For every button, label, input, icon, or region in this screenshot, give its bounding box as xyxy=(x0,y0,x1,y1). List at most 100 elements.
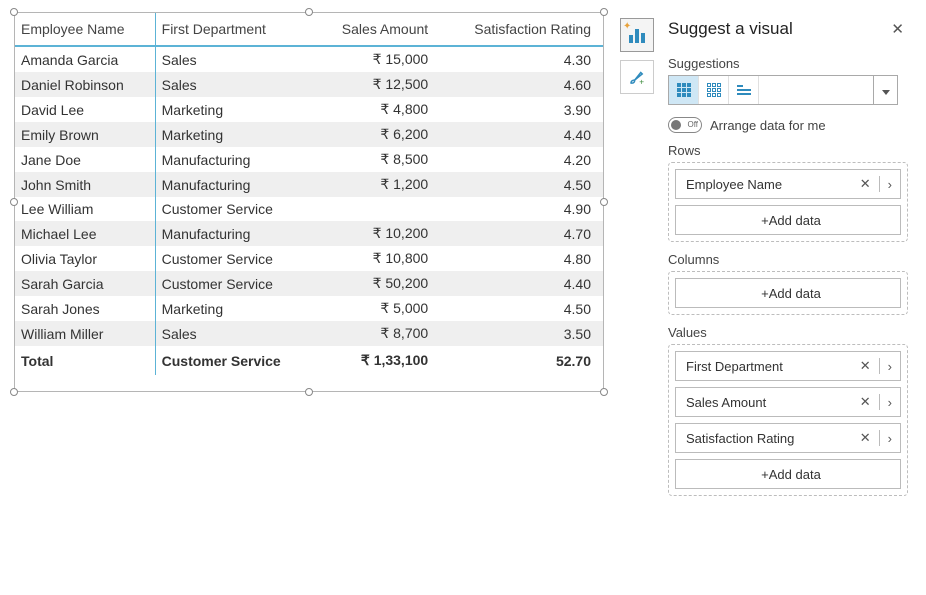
table-row[interactable]: Olivia TaylorCustomer Service₹ 10,8004.8… xyxy=(15,246,603,271)
columns-add-data-button[interactable]: +Add data xyxy=(675,278,901,308)
rows-add-data-button[interactable]: +Add data xyxy=(675,205,901,235)
field-item-label: Sales Amount xyxy=(686,395,856,410)
side-tab-strip: ✦ + xyxy=(620,18,654,94)
columns-field-well[interactable]: +Add data xyxy=(668,271,908,315)
cell-sales-amount: ₹ 10,200 xyxy=(314,221,440,246)
cell-sales-amount xyxy=(314,197,440,221)
table-row[interactable]: Michael LeeManufacturing₹ 10,2004.70 xyxy=(15,221,603,246)
table-row[interactable]: John SmithManufacturing₹ 1,2004.50 xyxy=(15,172,603,197)
resize-handle[interactable] xyxy=(600,198,608,206)
remove-field-button[interactable]: ✕ xyxy=(856,394,875,410)
remove-field-button[interactable]: ✕ xyxy=(856,358,875,374)
cell-sales-amount: ₹ 10,800 xyxy=(314,246,440,271)
cell-satisfaction-rating: 4.70 xyxy=(440,221,603,246)
rows-field-well[interactable]: Employee Name✕› +Add data xyxy=(668,162,908,242)
cell-sales-amount: ₹ 5,000 xyxy=(314,296,440,321)
chevron-down-icon xyxy=(882,83,890,98)
separator xyxy=(879,430,880,446)
cell-employee-name: Daniel Robinson xyxy=(15,72,155,97)
resize-handle[interactable] xyxy=(10,198,18,206)
arrange-data-label: Arrange data for me xyxy=(710,118,826,133)
resize-handle[interactable] xyxy=(305,8,313,16)
column-header-employee-name[interactable]: Employee Name xyxy=(15,13,155,46)
table-row[interactable]: Lee WilliamCustomer Service4.90 xyxy=(15,197,603,221)
field-options-button[interactable]: › xyxy=(884,395,896,410)
cell-satisfaction-rating: 4.90 xyxy=(440,197,603,221)
resize-handle[interactable] xyxy=(600,388,608,396)
suggest-visual-tab[interactable]: ✦ xyxy=(620,18,654,52)
header-row: Employee Name First Department Sales Amo… xyxy=(15,13,603,46)
cell-satisfaction-rating: 3.50 xyxy=(440,321,603,346)
field-options-button[interactable]: › xyxy=(884,431,896,446)
cell-satisfaction-rating: 4.30 xyxy=(440,46,603,72)
arrange-data-toggle[interactable]: Off xyxy=(668,117,702,133)
cell-employee-name: Sarah Jones xyxy=(15,296,155,321)
cell-first-department: Marketing xyxy=(155,296,314,321)
values-section-label: Values xyxy=(668,325,908,340)
cell-employee-name: Michael Lee xyxy=(15,221,155,246)
total-satisfaction-rating: 52.70 xyxy=(440,346,603,375)
remove-field-button[interactable]: ✕ xyxy=(856,176,875,192)
total-sales-amount: ₹ 1,33,100 xyxy=(314,346,440,375)
total-label: Total xyxy=(15,346,155,375)
cell-sales-amount: ₹ 4,800 xyxy=(314,97,440,122)
format-tab[interactable]: + xyxy=(620,60,654,94)
field-item[interactable]: Sales Amount✕ › xyxy=(675,387,901,417)
table-row[interactable]: Sarah JonesMarketing₹ 5,0004.50 xyxy=(15,296,603,321)
close-pane-button[interactable]: ✕ xyxy=(887,18,908,40)
suggestion-list-icon[interactable] xyxy=(729,76,759,104)
cell-employee-name: Emily Brown xyxy=(15,122,155,147)
column-header-first-department[interactable]: First Department xyxy=(155,13,314,46)
cell-sales-amount: ₹ 50,200 xyxy=(314,271,440,296)
total-row: Total Customer Service ₹ 1,33,100 52.70 xyxy=(15,346,603,375)
data-table: Employee Name First Department Sales Amo… xyxy=(15,13,603,375)
table-row[interactable]: Sarah GarciaCustomer Service₹ 50,2004.40 xyxy=(15,271,603,296)
paintbrush-icon: + xyxy=(628,68,646,86)
resize-handle[interactable] xyxy=(305,388,313,396)
cell-satisfaction-rating: 4.40 xyxy=(440,122,603,147)
cell-first-department: Marketing xyxy=(155,97,314,122)
table-row[interactable]: William MillerSales₹ 8,7003.50 xyxy=(15,321,603,346)
cell-first-department: Sales xyxy=(155,321,314,346)
suggestion-table-icon[interactable] xyxy=(699,76,729,104)
values-add-data-button[interactable]: +Add data xyxy=(675,459,901,489)
cell-first-department: Customer Service xyxy=(155,271,314,296)
cell-first-department: Manufacturing xyxy=(155,221,314,246)
table-row[interactable]: Emily BrownMarketing₹ 6,2004.40 xyxy=(15,122,603,147)
cell-first-department: Customer Service xyxy=(155,197,314,221)
cell-first-department: Sales xyxy=(155,72,314,97)
field-item[interactable]: First Department✕› xyxy=(675,351,901,381)
field-item[interactable]: Satisfaction Rating✕ › xyxy=(675,423,901,453)
cell-sales-amount: ₹ 15,000 xyxy=(314,46,440,72)
column-header-sales-amount[interactable]: Sales Amount xyxy=(314,13,440,46)
bar-chart-icon xyxy=(629,27,645,43)
table-row[interactable]: David LeeMarketing₹ 4,8003.90 xyxy=(15,97,603,122)
resize-handle[interactable] xyxy=(10,8,18,16)
values-field-well[interactable]: First Department✕›Sales Amount✕›Satisfac… xyxy=(668,344,908,496)
cell-satisfaction-rating: 4.20 xyxy=(440,147,603,172)
cell-sales-amount: ₹ 8,500 xyxy=(314,147,440,172)
table-row[interactable]: Amanda GarciaSales₹ 15,0004.30 xyxy=(15,46,603,72)
suggestion-matrix-icon[interactable] xyxy=(669,76,699,104)
field-item-label: Satisfaction Rating xyxy=(686,431,856,446)
cell-employee-name: John Smith xyxy=(15,172,155,197)
field-options-button[interactable]: › xyxy=(884,359,896,374)
cell-employee-name: William Miller xyxy=(15,321,155,346)
table-visual-container[interactable]: Employee Name First Department Sales Amo… xyxy=(14,12,604,392)
table-row[interactable]: Jane DoeManufacturing₹ 8,5004.20 xyxy=(15,147,603,172)
cell-employee-name: Amanda Garcia xyxy=(15,46,155,72)
remove-field-button[interactable]: ✕ xyxy=(856,430,875,446)
suggestions-more-dropdown[interactable] xyxy=(873,76,897,104)
field-options-button[interactable]: › xyxy=(884,177,896,192)
column-header-satisfaction-rating[interactable]: Satisfaction Rating xyxy=(440,13,603,46)
separator xyxy=(879,394,880,410)
table-row[interactable]: Daniel RobinsonSales₹ 12,5004.60 xyxy=(15,72,603,97)
columns-section-label: Columns xyxy=(668,252,908,267)
resize-handle[interactable] xyxy=(600,8,608,16)
suggest-visual-pane: Suggest a visual ✕ Suggestions Off Arran… xyxy=(668,18,908,496)
cell-sales-amount: ₹ 6,200 xyxy=(314,122,440,147)
field-item[interactable]: Employee Name✕› xyxy=(675,169,901,199)
resize-handle[interactable] xyxy=(10,388,18,396)
separator xyxy=(879,176,880,192)
separator xyxy=(879,358,880,374)
